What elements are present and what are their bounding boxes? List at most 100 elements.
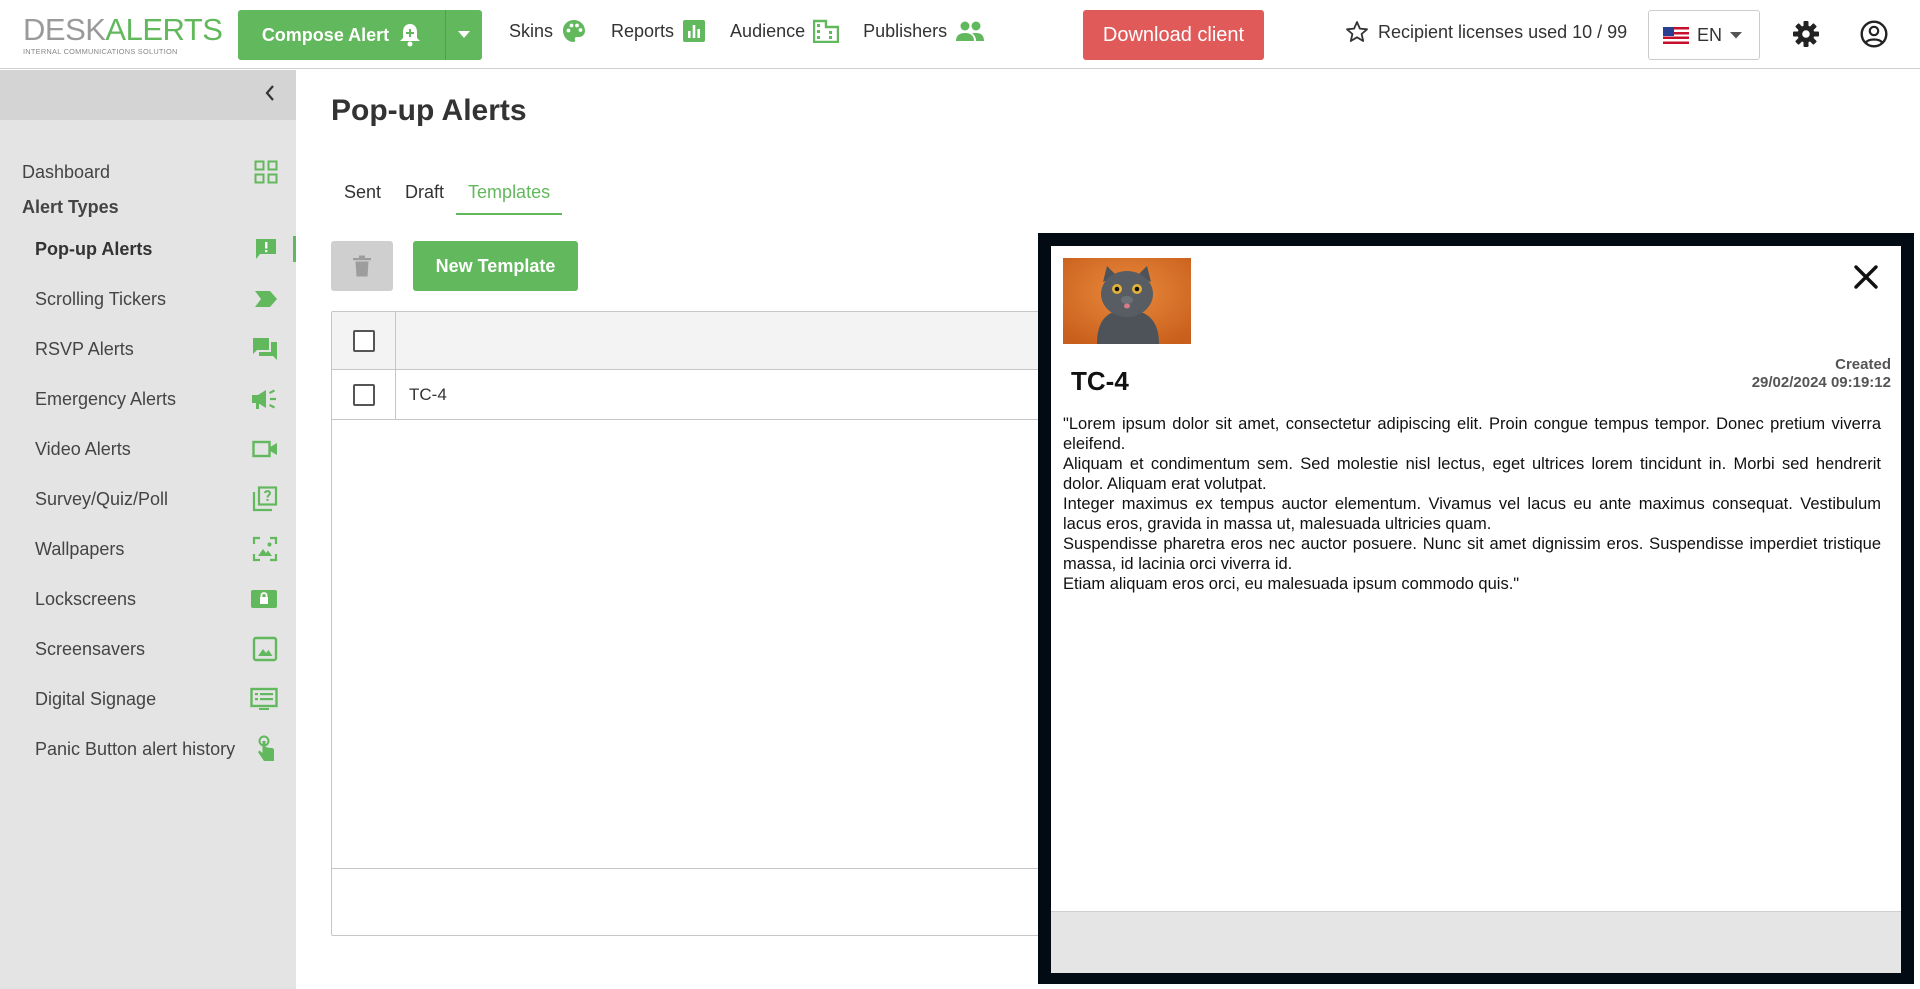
nav-skins[interactable]: Skins bbox=[509, 18, 587, 44]
created-date: 29/02/2024 09:19:12 bbox=[1751, 374, 1891, 391]
trash-icon bbox=[353, 255, 371, 277]
tab-bar: Sent Draft Templates bbox=[331, 180, 563, 215]
alert-preview-body: TC-4 Created 29/02/2024 09:19:12 "Lorem … bbox=[1051, 246, 1901, 973]
sidebar-item-label: RSVP Alerts bbox=[35, 338, 134, 359]
user-account-button[interactable] bbox=[1860, 20, 1888, 53]
video-camera-icon bbox=[252, 439, 278, 459]
preview-paragraph: Integer maximus ex tempus auctor element… bbox=[1063, 495, 1881, 533]
sidebar-item-popup-alerts[interactable]: Pop-up Alerts bbox=[0, 230, 296, 268]
sidebar-item-emergency-alerts[interactable]: Emergency Alerts bbox=[0, 380, 296, 418]
table-header-check-cell bbox=[332, 312, 396, 369]
building-icon bbox=[813, 19, 840, 43]
signage-icon bbox=[250, 687, 278, 711]
logo-alerts-text: ALERTS bbox=[105, 12, 223, 47]
sidebar-item-digital-signage[interactable]: Digital Signage bbox=[0, 680, 296, 718]
wallpaper-icon bbox=[252, 536, 278, 562]
sidebar-item-label: Pop-up Alerts bbox=[35, 238, 153, 259]
sidebar-collapse-bar bbox=[0, 70, 296, 120]
tab-draft[interactable]: Draft bbox=[393, 180, 456, 215]
sidebar-item-rsvp-alerts[interactable]: RSVP Alerts bbox=[0, 330, 296, 368]
alert-preview-modal: TC-4 Created 29/02/2024 09:19:12 "Lorem … bbox=[1038, 233, 1914, 984]
preview-paragraph: Etiam aliquam eros orci, eu malesuada ip… bbox=[1063, 575, 1520, 593]
nav-reports[interactable]: Reports bbox=[611, 18, 706, 44]
caret-down-icon bbox=[1730, 31, 1743, 38]
image-icon bbox=[252, 636, 278, 662]
sidebar-item-screensavers[interactable]: Screensavers bbox=[0, 630, 296, 668]
people-icon bbox=[956, 21, 985, 41]
preview-text: "Lorem ipsum dolor sit amet, consectetur… bbox=[1063, 414, 1881, 594]
bar-chart-icon bbox=[683, 20, 706, 42]
logo-tagline: INTERNAL COMMUNICATIONS SOLUTION bbox=[23, 47, 178, 56]
star-icon bbox=[1346, 21, 1368, 42]
tab-sent[interactable]: Sent bbox=[331, 180, 393, 215]
lockscreen-icon bbox=[250, 589, 278, 609]
compose-alert-label: Compose Alert bbox=[261, 24, 390, 45]
deskalerts-logo[interactable]: DESKALERTS INTERNAL COMMUNICATIONS SOLUT… bbox=[23, 12, 223, 57]
close-button[interactable] bbox=[1853, 264, 1879, 295]
caret-down-icon bbox=[458, 31, 470, 38]
ticker-tag-icon bbox=[254, 289, 278, 309]
sidebar-item-label: Panic Button alert history bbox=[35, 738, 236, 759]
created-label: Created bbox=[1835, 356, 1891, 373]
sidebar-item-lockscreens[interactable]: Lockscreens bbox=[0, 580, 296, 618]
preview-title: TC-4 bbox=[1071, 366, 1129, 396]
sidebar-item-label: Scrolling Tickers bbox=[35, 288, 167, 309]
preview-paragraph: Suspendisse pharetra eros nec auctor pos… bbox=[1063, 535, 1881, 573]
template-name[interactable]: TC-4 bbox=[396, 370, 447, 419]
top-bar: DESKALERTS INTERNAL COMMUNICATIONS SOLUT… bbox=[0, 0, 1920, 69]
cat-photo bbox=[1063, 258, 1191, 344]
nav-reports-label: Reports bbox=[611, 20, 675, 41]
compose-alert-main[interactable]: Compose Alert bbox=[238, 10, 446, 60]
nav-skins-label: Skins bbox=[509, 20, 554, 41]
compose-dropdown-button[interactable] bbox=[446, 10, 482, 60]
sidebar-item-video-alerts[interactable]: Video Alerts bbox=[0, 430, 296, 468]
close-icon bbox=[1854, 265, 1878, 289]
sidebar-item-label: Lockscreens bbox=[35, 588, 137, 609]
top-nav: Skins Reports Audience Publishers bbox=[509, 18, 1009, 44]
sidebar-item-label: Wallpapers bbox=[35, 538, 125, 559]
sidebar-item-scrolling-tickers[interactable]: Scrolling Tickers bbox=[0, 280, 296, 318]
preview-paragraph: "Lorem ipsum dolor sit amet, consectetur… bbox=[1063, 415, 1881, 453]
bell-plus-icon bbox=[400, 24, 421, 47]
dashboard-grid-icon bbox=[254, 160, 278, 184]
settings-button[interactable] bbox=[1792, 20, 1820, 53]
sidebar-item-label: Video Alerts bbox=[35, 438, 131, 459]
chevron-left-icon[interactable] bbox=[264, 84, 276, 108]
select-all-checkbox[interactable] bbox=[352, 329, 375, 352]
nav-audience[interactable]: Audience bbox=[730, 18, 840, 44]
sidebar-item-survey-quiz-poll[interactable]: Survey/Quiz/Poll bbox=[0, 480, 296, 518]
page-title: Pop-up Alerts bbox=[331, 94, 527, 127]
chat-bubbles-icon bbox=[252, 337, 278, 361]
sidebar-section-alert-types: Alert Types bbox=[22, 197, 119, 217]
compose-alert-button[interactable]: Compose Alert bbox=[238, 10, 482, 60]
nav-publishers-label: Publishers bbox=[863, 20, 948, 41]
tab-templates[interactable]: Templates bbox=[456, 180, 563, 215]
logo-desk-text: DESK bbox=[23, 12, 106, 47]
sidebar-item-label: Emergency Alerts bbox=[35, 388, 177, 409]
sidebar-item-label: Digital Signage bbox=[35, 688, 157, 709]
sidebar-item-dashboard[interactable]: Dashboard bbox=[0, 153, 296, 191]
new-template-button[interactable]: New Template bbox=[413, 241, 578, 291]
sidebar-item-label: Screensavers bbox=[35, 638, 146, 659]
palette-icon bbox=[563, 20, 586, 42]
recipient-licenses[interactable]: Recipient licenses used 10 / 99 bbox=[1345, 20, 1627, 44]
megaphone-icon bbox=[250, 387, 278, 411]
sidebar-item-label: Survey/Quiz/Poll bbox=[35, 488, 169, 509]
row-checkbox[interactable] bbox=[352, 383, 375, 406]
delete-button[interactable] bbox=[331, 241, 393, 291]
us-flag-icon bbox=[1663, 26, 1689, 44]
nav-audience-label: Audience bbox=[730, 20, 806, 41]
sidebar: Dashboard Alert Types Pop-up Alerts Scro… bbox=[0, 70, 296, 989]
user-circle-icon bbox=[1860, 20, 1888, 48]
preview-paragraph: Aliquam et condimentum sem. Sed molestie… bbox=[1063, 455, 1881, 493]
language-value: EN bbox=[1697, 24, 1723, 45]
created-info: Created 29/02/2024 09:19:12 bbox=[1752, 356, 1891, 392]
nav-publishers[interactable]: Publishers bbox=[863, 18, 985, 44]
download-client-button[interactable]: Download client bbox=[1083, 10, 1264, 60]
sidebar-item-label: Dashboard bbox=[22, 161, 111, 182]
language-select[interactable]: EN bbox=[1648, 10, 1760, 60]
sidebar-item-wallpapers[interactable]: Wallpapers bbox=[0, 530, 296, 568]
gear-icon bbox=[1793, 21, 1819, 47]
sidebar-item-panic-button-history[interactable]: Panic Button alert history bbox=[0, 730, 296, 768]
quiz-icon bbox=[252, 486, 278, 512]
